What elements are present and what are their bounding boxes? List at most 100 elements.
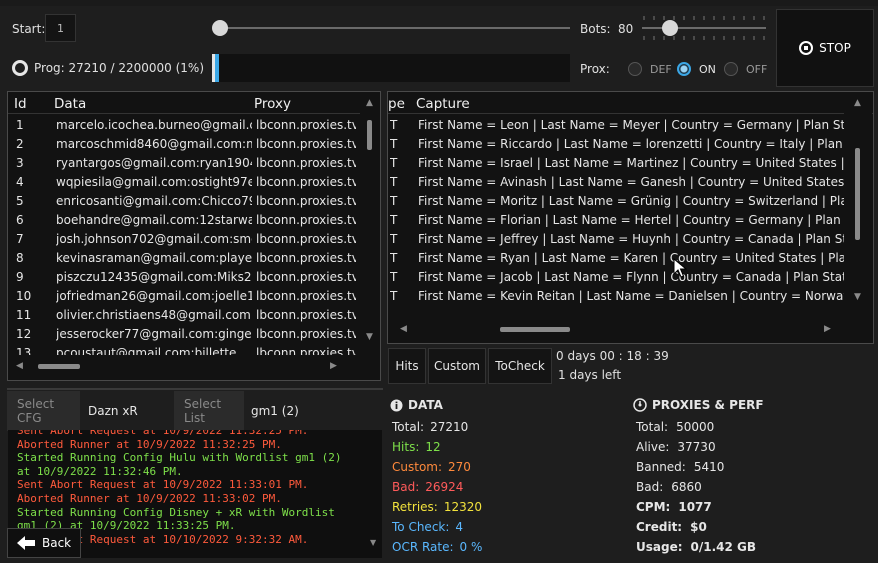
row-capture: First Name = Florian | Last Name = Herte… (418, 213, 844, 227)
row-type: T (390, 175, 398, 189)
proxies-section-title: PROXIES & PERF (652, 398, 764, 412)
header-id[interactable]: Id (14, 96, 27, 112)
table-row[interactable]: T First Name = Israel | Last Name = Marti… (388, 154, 844, 173)
scroll-up-arrow-icon[interactable]: ▲ (854, 98, 861, 108)
table-row[interactable]: 3 ryantargos@gmail.com:ryan1904 lbconn.pro… (8, 154, 360, 173)
row-proxy: lbconn.proxies.tv:! (256, 137, 356, 151)
log-line: Started Running Config Hulu with Wordlis… (17, 451, 342, 465)
back-button[interactable]: Back (7, 528, 81, 558)
progress-bar-fill (215, 54, 220, 82)
proxy-stat-value: 1077 (678, 500, 712, 514)
data-stat-value: 0 % (459, 540, 483, 554)
table-row[interactable]: T First Name = Avinash | Last Name = Gane… (388, 173, 844, 192)
table-row[interactable]: 1 marcelo.icochea.burneo@gmail.con lbconn.… (8, 116, 360, 135)
prox-def-radio[interactable] (628, 62, 642, 76)
progress-ring-icon (12, 60, 28, 76)
capture-grid-vscroll-thumb[interactable] (855, 148, 860, 240)
scroll-down-arrow-icon[interactable]: ▼ (366, 332, 373, 342)
row-capture: First Name = Jeffrey | Last Name = Huynh… (418, 232, 844, 246)
table-row[interactable]: T First Name = Florian | Last Name = Hert… (388, 211, 844, 230)
table-row[interactable]: T First Name = Kevin Reitan | Last Name =… (388, 287, 844, 306)
table-row[interactable]: 8 kevinasraman@gmail.com:player55 lbconn.p… (8, 249, 360, 268)
table-row[interactable]: 7 josh.johnson702@gmail.com:smoke lbconn.p… (8, 230, 360, 249)
start-slider-track[interactable] (218, 27, 570, 29)
data-grid-hscroll-thumb[interactable] (38, 364, 80, 369)
row-proxy: lbconn.proxies.tv:! (256, 251, 356, 265)
capture-grid-hscroll-thumb[interactable] (500, 327, 570, 332)
select-list-button[interactable]: Select List (174, 391, 244, 431)
proxy-stat-label: Bad: (636, 480, 664, 494)
data-grid-vscroll[interactable]: ▲ ▼ (360, 92, 380, 380)
elapsed-time: 0 days 00 : 18 : 39 (556, 349, 669, 363)
capture-grid-hscroll[interactable]: ◀ ▶ (388, 317, 873, 343)
row-capture: First Name = Avinash | Last Name = Ganes… (418, 175, 844, 189)
table-row[interactable]: T First Name = Jacob | Last Name = Flynn … (388, 268, 844, 287)
tab-hits[interactable]: Hits (388, 348, 426, 384)
row-id: 12 (16, 327, 32, 341)
data-stat: Bad: 26924 (392, 480, 463, 494)
proxy-stat-value: 50000 (676, 420, 715, 434)
scroll-right-arrow-icon[interactable]: ▶ (330, 361, 337, 371)
stop-button[interactable]: STOP (776, 9, 874, 87)
data-grid-hscroll[interactable]: ◀ ▶ (8, 355, 360, 379)
scroll-up-arrow-icon[interactable]: ▲ (366, 98, 373, 108)
table-row[interactable]: 4 wqpiesila@gmail.com:ostight97e lbconn.pr… (8, 173, 360, 192)
header-type[interactable]: pe (388, 96, 405, 112)
proxy-stat: CPM: 1077 (636, 500, 712, 514)
header-data[interactable]: Data (54, 96, 86, 112)
row-type: T (390, 137, 398, 151)
table-row[interactable]: 10 jofriedman26@gmail.com:joelle102 lbconn… (8, 287, 360, 306)
prox-off-radio[interactable] (724, 62, 738, 76)
table-row[interactable]: T First Name = Moritz | Last Name = Grüni… (388, 192, 844, 211)
tab-tocheck[interactable]: ToCheck (488, 348, 552, 384)
row-id: 4 (16, 175, 24, 189)
log-scroll-down-icon[interactable]: ▼ (370, 538, 378, 552)
row-proxy: lbconn.proxies.tv:! (256, 118, 356, 132)
start-input[interactable]: 1 (45, 14, 76, 42)
table-row[interactable]: T First Name = Riccardo | Last Name = lor… (388, 135, 844, 154)
proxy-stat-label: CPM: (636, 500, 671, 514)
row-id: 6 (16, 213, 24, 227)
row-capture: First Name = Moritz | Last Name = Grünig… (418, 194, 844, 208)
scroll-left-arrow-icon[interactable]: ◀ (400, 324, 407, 334)
table-row[interactable]: 2 marcoschmid8460@gmail.com:marc lbconn.pr… (8, 135, 360, 154)
bots-slider[interactable] (640, 14, 768, 42)
table-row[interactable]: 5 enricosanti@gmail.com:Chicco79 lbconn.pr… (8, 192, 360, 211)
table-row[interactable]: 6 boehandre@gmail.com:12starwars lbconn.pr… (8, 211, 360, 230)
data-stat-label: Custom: (392, 460, 443, 474)
table-row[interactable]: 9 piszczu12435@gmail.com:Miks2174 lbconn.p… (8, 268, 360, 287)
mouse-cursor-icon (673, 258, 687, 278)
proxy-stat-label: Banned: (636, 460, 686, 474)
data-grid-vscroll-thumb[interactable] (367, 120, 372, 150)
row-type: T (390, 194, 398, 208)
prox-on-radio[interactable] (677, 62, 691, 76)
table-row[interactable]: T First Name = Leon | Last Name = Meyer |… (388, 116, 844, 135)
data-stat: Hits: 12 (392, 440, 441, 454)
row-id: 7 (16, 232, 24, 246)
row-capture: First Name = Leon | Last Name = Meyer | … (418, 118, 844, 132)
table-row[interactable]: 12 jesserocker77@gmail.com:gingercat lbcon… (8, 325, 360, 344)
scroll-down-arrow-icon[interactable]: ▼ (854, 292, 861, 302)
select-cfg-button[interactable]: Select CFG (7, 391, 80, 431)
table-row[interactable]: 11 olivier.christiaens48@gmail.com:oliv lb… (8, 306, 360, 325)
scroll-left-arrow-icon[interactable]: ◀ (16, 361, 23, 371)
header-capture[interactable]: Capture (416, 96, 470, 112)
progress-bar (215, 54, 570, 82)
stop-label: STOP (819, 41, 851, 55)
header-proxy[interactable]: Proxy (254, 96, 291, 112)
tab-custom[interactable]: Custom (428, 348, 486, 384)
row-id: 8 (16, 251, 24, 265)
data-stat-value: 12320 (443, 500, 483, 514)
start-slider-knob[interactable] (212, 20, 228, 36)
table-row[interactable]: T First Name = Jeffrey | Last Name = Huyn… (388, 230, 844, 249)
log-line: Aborted Runner at 10/9/2022 11:32:25 PM. (17, 437, 282, 451)
capture-grid-vscroll[interactable]: ▲ ▼ (844, 92, 872, 317)
row-data: ryantargos@gmail.com:ryan1904 (56, 156, 252, 170)
proxy-stat: Usage: 0/1.42 GB (636, 540, 756, 554)
bots-slider-ticks (642, 16, 766, 40)
prox-label: Prox: (580, 62, 610, 76)
data-stat-value: 27210 (430, 420, 469, 434)
scroll-right-arrow-icon[interactable]: ▶ (824, 324, 831, 334)
data-stat: To Check: 4 (392, 520, 463, 534)
table-row[interactable]: T First Name = Ryan | Last Name = Karen |… (388, 249, 844, 268)
